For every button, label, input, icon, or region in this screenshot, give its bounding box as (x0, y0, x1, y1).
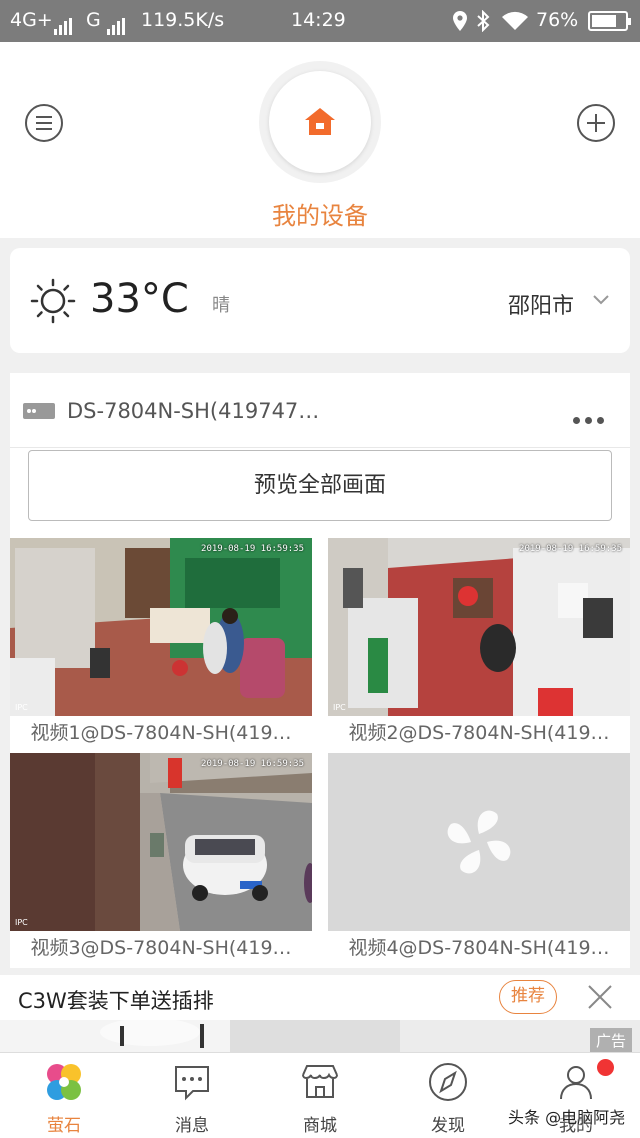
menu-icon[interactable] (25, 104, 63, 142)
store-icon (302, 1065, 338, 1098)
tab-label: 商城 (303, 1116, 337, 1136)
ezviz-logo-icon (47, 1064, 81, 1100)
message-icon (175, 1066, 209, 1101)
promo-image[interactable] (0, 1018, 640, 1055)
temperature: 33°C (90, 276, 189, 322)
channel-label[interactable]: 视频4@DS-7804N-SH(419… (328, 931, 630, 967)
promo-title[interactable]: C3W套装下单送插排 (18, 985, 214, 1015)
network-type-label: 4G+ (10, 9, 53, 31)
add-icon[interactable] (577, 104, 615, 142)
page-title: 我的设备 (272, 202, 368, 230)
recommend-badge: 推荐 (499, 980, 557, 1014)
camera-feed-3[interactable]: 2019-08-19 16:59:35 IPC (10, 753, 312, 931)
camera-feed-4-placeholder[interactable] (328, 753, 630, 931)
timestamp: 2019-08-19 16:59:35 (519, 544, 622, 554)
preview-all-button[interactable]: 预览全部画面 (28, 450, 612, 521)
tab-discover[interactable]: 发现 (384, 1053, 512, 1138)
tab-label: 萤石 (47, 1116, 81, 1136)
city-selector[interactable]: 邵阳市 (508, 288, 574, 320)
nvr-device-icon (23, 403, 55, 419)
weather-card: 33°C 晴 邵阳市 (10, 248, 630, 353)
battery-percent: 76% (536, 9, 579, 31)
home-icon (305, 108, 335, 135)
channel-label[interactable]: 视频2@DS-7804N-SH(419… (328, 716, 630, 752)
battery-icon (588, 11, 631, 31)
camera-feed-1[interactable]: 2019-08-19 16:59:35 IPC (10, 538, 312, 716)
home-button[interactable] (259, 61, 381, 183)
divider (10, 447, 630, 448)
clock: 14:29 (291, 9, 346, 31)
channel-label[interactable]: 视频3@DS-7804N-SH(419… (10, 931, 312, 967)
ipc-tag: IPC (333, 703, 346, 712)
sun-icon (30, 278, 76, 324)
tab-label: 消息 (175, 1116, 209, 1136)
ipc-tag: IPC (15, 703, 28, 712)
tab-label: 发现 (431, 1116, 465, 1136)
watermark: 头条 @电脑阿尧 (508, 1108, 626, 1127)
notification-dot (597, 1059, 614, 1076)
status-bar: 4G+ G 119.5K/s 14:29 76% (0, 0, 640, 42)
wifi-icon (501, 11, 529, 36)
more-icon[interactable] (573, 409, 609, 428)
promo-banner[interactable]: C3W套装下单送插排 推荐 广告 (0, 975, 640, 1055)
ad-badge: 广告 (589, 1028, 632, 1053)
user-icon (560, 1066, 592, 1100)
ezviz-placeholder-icon (447, 810, 511, 874)
chevron-down-icon[interactable] (592, 292, 610, 306)
network-speed: 119.5K/s (141, 9, 225, 31)
close-icon[interactable] (586, 983, 614, 1011)
tab-store[interactable]: 商城 (256, 1053, 384, 1138)
channel-label[interactable]: 视频1@DS-7804N-SH(419… (10, 716, 312, 752)
compass-icon (429, 1063, 467, 1101)
timestamp: 2019-08-19 16:59:35 (201, 544, 304, 554)
signal-icon-2 (107, 13, 127, 35)
bluetooth-icon (476, 9, 490, 37)
device-name[interactable]: DS-7804N-SH(419747… (67, 399, 319, 423)
network-type-label-2: G (86, 9, 101, 31)
signal-icon (54, 13, 74, 35)
header: 我的设备 (0, 42, 640, 238)
camera-feed-2[interactable]: 2019-08-19 16:59:35 IPC (328, 538, 630, 716)
location-icon (452, 10, 468, 37)
weather-condition: 晴 (212, 295, 230, 316)
ipc-tag: IPC (15, 918, 28, 927)
timestamp: 2019-08-19 16:59:35 (201, 759, 304, 769)
tab-messages[interactable]: 消息 (128, 1053, 256, 1138)
tab-ezviz[interactable]: 萤石 (0, 1053, 128, 1138)
device-card: DS-7804N-SH(419747… 预览全部画面 2019-08-19 16… (10, 373, 630, 968)
